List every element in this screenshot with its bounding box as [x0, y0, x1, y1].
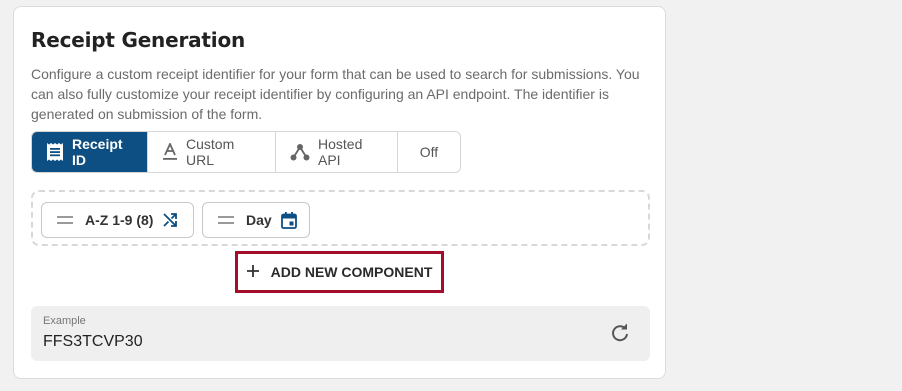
drag-handle-icon[interactable]: [218, 216, 234, 224]
add-new-component-button[interactable]: ADD NEW COMPONENT: [235, 251, 444, 293]
tab-label: Receipt ID: [72, 136, 123, 168]
calendar-icon[interactable]: [280, 211, 297, 229]
tab-label: Hosted API: [318, 136, 363, 168]
add-button-label: ADD NEW COMPONENT: [270, 264, 433, 280]
example-value: FFS3TCVP30: [43, 333, 143, 350]
text-format-icon: [162, 143, 178, 161]
component-chip-day[interactable]: Day: [202, 202, 310, 238]
receipt-mode-tabs: Receipt ID Custom URL Hosted API Off: [31, 131, 461, 173]
component-label: A-Z 1-9 (8): [85, 212, 154, 228]
tab-receipt-id[interactable]: Receipt ID: [32, 132, 148, 172]
tab-hosted-api[interactable]: Hosted API: [276, 132, 398, 172]
example-field: Example FFS3TCVP30: [31, 306, 650, 361]
tab-off[interactable]: Off: [398, 132, 460, 172]
components-dropzone: A-Z 1-9 (8) Day: [31, 190, 650, 246]
drag-handle-icon[interactable]: [57, 216, 73, 224]
example-label: Example: [43, 315, 86, 327]
refresh-icon[interactable]: [610, 323, 630, 348]
shuffle-icon[interactable]: [162, 212, 178, 228]
component-label: Day: [246, 212, 272, 228]
webhook-icon: [290, 143, 310, 161]
section-title: Receipt Generation: [31, 28, 246, 52]
receipt-generation-card: Receipt Generation Configure a custom re…: [13, 6, 666, 379]
section-description: Configure a custom receipt identifier fo…: [31, 66, 640, 122]
plus-icon: [246, 264, 259, 280]
tab-label: Custom URL: [186, 136, 235, 168]
receipt-icon: [46, 142, 64, 162]
tab-custom-url[interactable]: Custom URL: [148, 132, 276, 172]
component-chip-random[interactable]: A-Z 1-9 (8): [41, 202, 194, 238]
tab-label: Off: [419, 144, 439, 160]
